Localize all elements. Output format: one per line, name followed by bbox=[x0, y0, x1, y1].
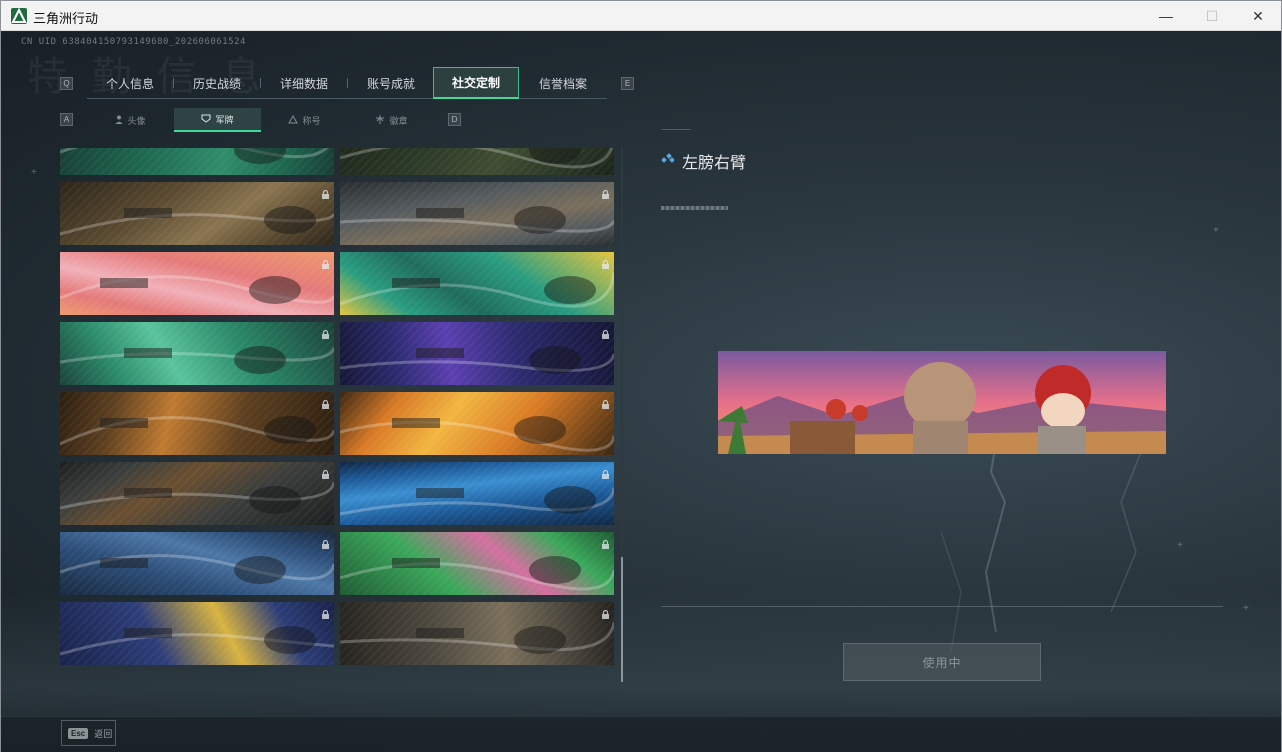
subtab-badge[interactable]: 徽章 bbox=[348, 108, 435, 132]
subtab-label: 称号 bbox=[302, 115, 321, 126]
grid-scrollbar-thumb[interactable] bbox=[621, 557, 623, 682]
back-button[interactable]: Esc 返回 bbox=[61, 720, 116, 746]
title-bar[interactable]: 三角洲行动 — ☐ ✕ bbox=[1, 1, 1281, 31]
card-artwork bbox=[60, 416, 334, 446]
selected-dogtag-preview bbox=[718, 351, 1166, 454]
card-yellow-stage[interactable] bbox=[60, 602, 334, 665]
card-drone-green[interactable] bbox=[60, 148, 334, 175]
subtab-label: 徽章 bbox=[389, 115, 408, 126]
lock-icon bbox=[601, 536, 610, 549]
card-artwork bbox=[60, 346, 334, 374]
lock-icon bbox=[601, 396, 610, 409]
card-artwork bbox=[340, 486, 614, 516]
tab-personal-info[interactable]: 个人信息 bbox=[87, 67, 173, 99]
decor-line bbox=[661, 606, 1223, 607]
card-ruins-office[interactable] bbox=[60, 462, 334, 525]
lock-icon bbox=[601, 326, 610, 339]
card-artwork bbox=[340, 206, 614, 234]
decor-line bbox=[661, 129, 691, 130]
bottom-bar bbox=[1, 716, 1281, 752]
lock-icon bbox=[321, 466, 330, 479]
person-icon bbox=[115, 115, 123, 126]
tab-social-custom[interactable]: 社交定制 bbox=[433, 67, 519, 99]
lock-icon bbox=[601, 466, 610, 479]
lock-icon bbox=[601, 186, 610, 199]
lock-icon bbox=[321, 606, 330, 619]
subtab-label: 军牌 bbox=[215, 114, 234, 125]
card-green-pink[interactable] bbox=[340, 532, 614, 595]
lock-icon bbox=[321, 326, 330, 339]
card-artwork bbox=[60, 206, 334, 236]
card-blue-spider[interactable] bbox=[60, 532, 334, 595]
card-artwork bbox=[340, 148, 614, 169]
card-artwork bbox=[340, 556, 614, 591]
subtab-avatar[interactable]: 头像 bbox=[87, 108, 174, 132]
maximize-button[interactable]: ☐ bbox=[1189, 1, 1235, 31]
subtab-next-key[interactable]: D bbox=[448, 113, 461, 126]
card-artwork bbox=[340, 346, 614, 374]
triangle-icon bbox=[288, 114, 299, 126]
card-artwork bbox=[340, 271, 614, 308]
window-title: 三角洲行动 bbox=[33, 11, 99, 26]
lock-icon bbox=[321, 396, 330, 409]
card-tank-battle[interactable] bbox=[340, 182, 614, 245]
badge-icon bbox=[375, 114, 385, 126]
shield-icon bbox=[201, 114, 211, 125]
lock-icon bbox=[601, 256, 610, 269]
use-button[interactable]: 使用中 bbox=[843, 643, 1041, 681]
main-tabs: 个人信息 历史战绩 详细数据 账号成就 社交定制 信誉档案 bbox=[87, 67, 607, 99]
card-blue-wave[interactable] bbox=[340, 462, 614, 525]
decor-plus: + bbox=[1213, 225, 1219, 236]
back-label: 返回 bbox=[94, 728, 113, 739]
card-artwork bbox=[60, 148, 329, 164]
delta-logo-icon bbox=[11, 8, 27, 24]
card-dark-camo[interactable] bbox=[340, 148, 614, 175]
subtab-dogtag[interactable]: 军牌 bbox=[174, 108, 261, 132]
tab-prev-key[interactable]: Q bbox=[60, 77, 73, 90]
card-artwork bbox=[60, 626, 334, 656]
lock-icon bbox=[321, 536, 330, 549]
subtab-prev-key[interactable]: A bbox=[60, 113, 73, 126]
card-artwork bbox=[340, 416, 614, 452]
decor-plus: + bbox=[31, 167, 37, 178]
tab-achievements[interactable]: 账号成就 bbox=[348, 67, 434, 99]
card-pink-cats[interactable] bbox=[60, 252, 334, 315]
player-uid: CN UID 638404150793149680_202606061524 bbox=[21, 37, 246, 47]
lock-icon bbox=[601, 606, 610, 619]
minimize-button[interactable]: — bbox=[1143, 1, 1189, 31]
tab-credit-record[interactable]: 信誉档案 bbox=[520, 67, 606, 99]
esc-key: Esc bbox=[68, 727, 89, 739]
subtab-label: 头像 bbox=[127, 115, 146, 126]
dogtag-name: 左膀右臂 bbox=[682, 155, 747, 172]
card-green-drone-hand[interactable] bbox=[60, 322, 334, 385]
card-purple-lightning[interactable] bbox=[340, 322, 614, 385]
tab-match-history[interactable]: 历史战绩 bbox=[174, 67, 260, 99]
card-wreck-field[interactable] bbox=[340, 602, 614, 665]
lock-icon bbox=[321, 186, 330, 199]
card-teal-thumbs[interactable] bbox=[340, 252, 614, 315]
tab-detailed-data[interactable]: 详细数据 bbox=[261, 67, 347, 99]
app-window: 三角洲行动 — ☐ ✕ 特 勤 信 息 CN UID 6384041507931… bbox=[0, 0, 1282, 752]
lock-icon bbox=[321, 256, 330, 269]
close-button[interactable]: ✕ bbox=[1235, 1, 1281, 31]
decor-plus: + bbox=[1177, 540, 1183, 551]
rarity-bar bbox=[661, 206, 728, 210]
card-desert-convoy[interactable] bbox=[60, 182, 334, 245]
card-artwork bbox=[60, 481, 334, 514]
tab-next-key[interactable]: E bbox=[621, 77, 634, 90]
decor-plus: + bbox=[1243, 603, 1249, 614]
dogtag-grid bbox=[60, 148, 614, 682]
card-artwork bbox=[60, 275, 334, 304]
card-orange-burst[interactable] bbox=[340, 392, 614, 455]
card-soldiers-fire[interactable] bbox=[60, 392, 334, 455]
subtab-title[interactable]: 称号 bbox=[261, 108, 348, 132]
diamond-icon bbox=[661, 152, 675, 164]
card-artwork bbox=[60, 554, 334, 584]
sub-tabs: 头像 军牌 称号 徽章 bbox=[87, 108, 447, 132]
card-artwork bbox=[340, 621, 614, 654]
game-viewport: 特 勤 信 息 CN UID 638404150793149680_202606… bbox=[1, 32, 1281, 752]
